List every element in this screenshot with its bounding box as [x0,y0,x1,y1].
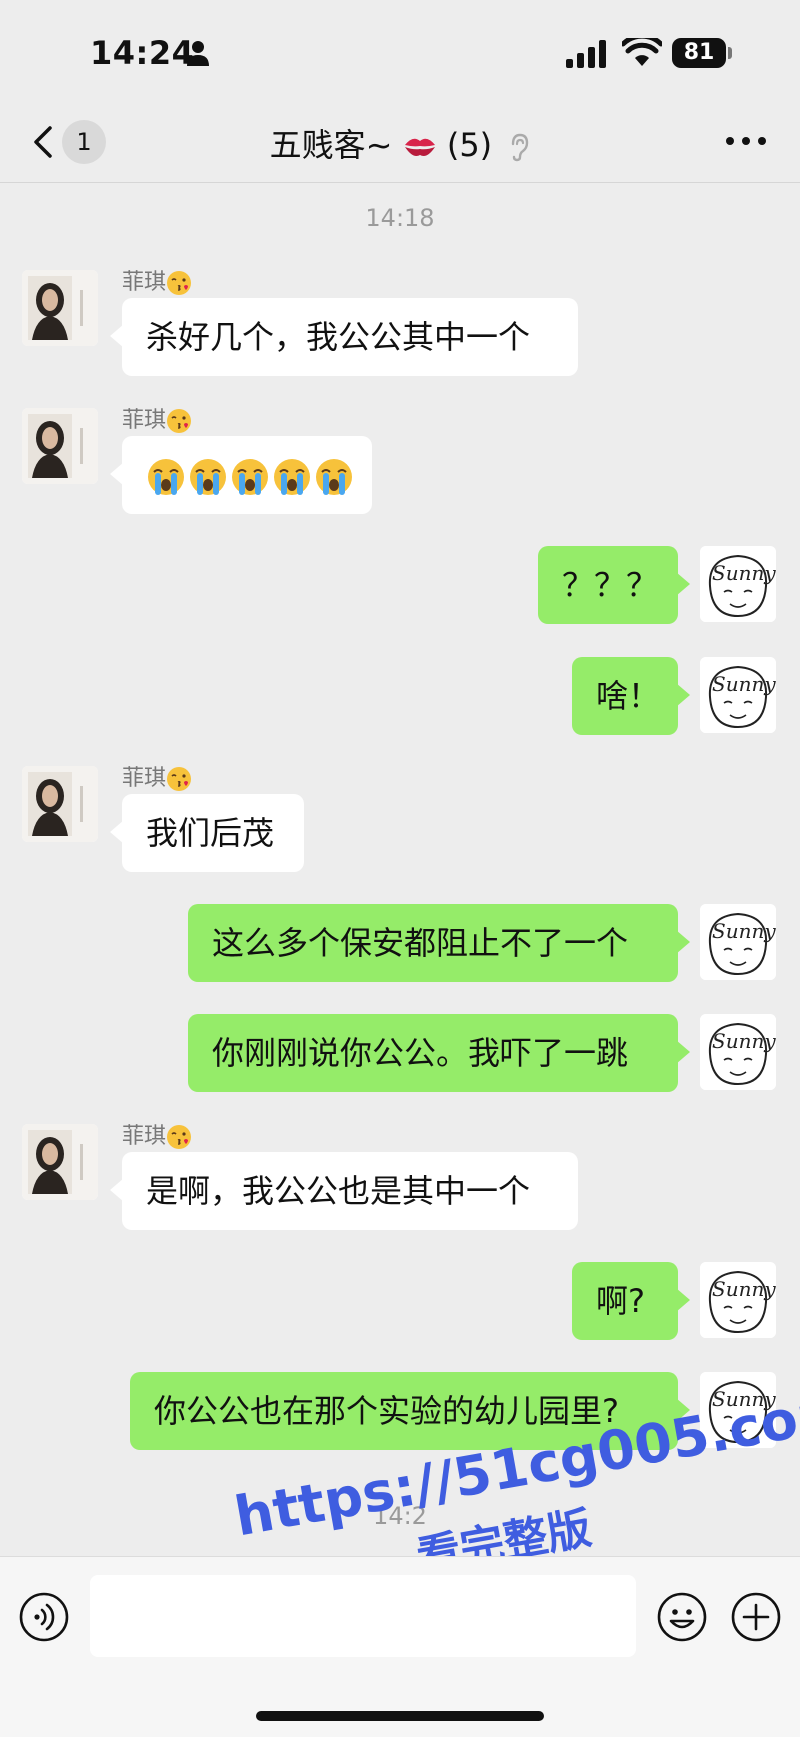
svg-text:Sunny: Sunny [712,561,776,585]
loudly-crying-face-icon [190,459,226,495]
avatar[interactable] [22,766,98,842]
avatar[interactable]: Sunny [700,1014,776,1090]
cellular-signal-icon [566,40,606,68]
loudly-crying-face-icon [274,459,310,495]
avatar[interactable] [22,1124,98,1200]
message-bubble[interactable]: 你刚刚说你公公。我吓了一跳 [188,1014,690,1092]
sender-name: 菲琪 [122,264,192,296]
input-bar [0,1556,800,1737]
message-bubble[interactable]: 是啊，我公公也是其中一个 [110,1152,578,1230]
avatar[interactable]: Sunny [700,546,776,622]
message-bubble[interactable]: 啥！ [572,657,690,735]
message-bubble[interactable]: ？？？ [538,546,690,624]
avatar-photo [22,766,98,842]
battery-indicator: 81 [672,38,726,68]
sender-name: 菲琪 [122,402,192,434]
unread-count-badge: 1 [62,120,106,164]
message-bubble[interactable]: 啊? [572,1262,690,1340]
avatar[interactable]: Sunny [700,1262,776,1338]
face-blowing-kiss-icon [167,271,192,295]
avatar[interactable] [22,408,98,484]
avatar-photo [22,1124,98,1200]
message-timestamp: 14:18 [365,204,435,232]
status-bar: 14:24 81 [0,0,800,100]
svg-text:Sunny: Sunny [712,919,776,943]
plus-circle-icon[interactable] [730,1591,782,1643]
voice-input-icon[interactable] [18,1591,70,1643]
avatar-photo [22,408,98,484]
kiss-mark-icon [404,138,435,156]
wifi-icon [622,38,662,66]
home-indicator[interactable] [256,1711,544,1721]
svg-text:Sunny: Sunny [712,1277,776,1301]
chat-header: 1 五贱客~ (5) [0,100,800,183]
svg-text:Sunny: Sunny [712,672,776,696]
face-blowing-kiss-icon [167,767,192,791]
chat-title[interactable]: 五贱客~ (5) [200,120,600,166]
sender-name-text: 菲琪 [122,408,167,433]
person-icon [187,41,209,66]
sunny-drawing-avatar-icon: Sunny [700,1262,776,1338]
message-input[interactable] [90,1575,636,1657]
sunny-drawing-avatar-icon: Sunny [700,1014,776,1090]
emoji-picker-icon[interactable] [656,1591,708,1643]
avatar[interactable] [22,270,98,346]
message-bubble[interactable]: 我们后茂 [110,794,304,872]
loudly-crying-face-icon [232,459,268,495]
loudly-crying-face-icon [148,459,184,495]
svg-text:Sunny: Sunny [712,1029,776,1053]
sunny-drawing-avatar-icon: Sunny [700,904,776,980]
sender-name: 菲琪 [122,1118,192,1150]
avatar-photo [22,270,98,346]
sender-name: 菲琪 [122,760,192,792]
sunny-drawing-avatar-icon: Sunny [700,546,776,622]
sender-name-text: 菲琪 [122,766,167,791]
loudly-crying-face-icon [316,459,352,495]
sunny-drawing-avatar-icon: Sunny [700,657,776,733]
chevron-left-icon [34,126,52,158]
message-bubble[interactable]: 这么多个保安都阻止不了一个 [188,904,690,982]
back-button[interactable]: 1 [22,118,110,166]
face-blowing-kiss-icon [167,1125,192,1149]
face-blowing-kiss-icon [167,409,192,433]
ear-muted-icon [512,133,529,162]
member-count: (5) [446,126,493,164]
status-time: 14:24 [90,34,195,72]
avatar[interactable]: Sunny [700,657,776,733]
avatar[interactable]: Sunny [700,904,776,980]
message-bubble[interactable] [110,436,372,514]
message-bubble[interactable]: 杀好几个，我公公其中一个 [110,298,578,376]
sender-name-text: 菲琪 [122,270,167,295]
more-options-icon[interactable] [724,126,768,156]
sender-name-text: 菲琪 [122,1124,167,1149]
group-name: 五贱客~ [269,126,393,164]
battery-cap [728,47,732,59]
